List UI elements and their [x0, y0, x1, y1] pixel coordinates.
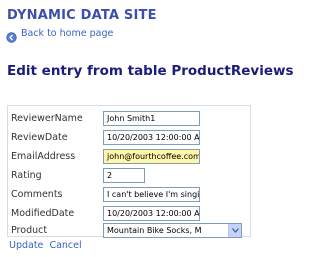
comments-label: Comments: [11, 189, 63, 200]
dropdown-button[interactable]: [228, 224, 241, 237]
reviewdate-label: ReviewDate: [11, 132, 68, 143]
form-actions: Update Cancel: [9, 240, 85, 251]
back-link-text: Back to home page: [21, 27, 114, 39]
edit-form: ReviewerName John Smith1 ReviewDate 10/2…: [7, 105, 251, 238]
form-row-comments: Comments I can't believe I'm singing t: [8, 186, 250, 205]
form-row-emailaddress: EmailAddress john@fourthcoffee.com: [8, 148, 250, 167]
back-arrow-icon: [6, 28, 17, 43]
cancel-link[interactable]: Cancel: [49, 240, 81, 251]
update-link[interactable]: Update: [9, 240, 43, 251]
product-select-value: Mountain Bike Socks, M: [107, 226, 202, 235]
rating-label: Rating: [11, 170, 42, 181]
page-title: Edit entry from table ProductReviews: [7, 63, 294, 79]
emailaddress-label: EmailAddress: [11, 151, 76, 162]
reviewername-label: ReviewerName: [11, 113, 83, 124]
product-select[interactable]: Mountain Bike Socks, M: [103, 223, 242, 238]
site-header: DYNAMIC DATA SITE Back to home page: [0, 0, 259, 48]
emailaddress-input[interactable]: john@fourthcoffee.com: [103, 149, 200, 164]
form-row-product: Product Mountain Bike Socks, M: [8, 222, 250, 241]
site-title: DYNAMIC DATA SITE: [7, 8, 157, 23]
back-to-home-link[interactable]: Back to home page: [6, 26, 114, 43]
modifieddate-input[interactable]: 10/20/2003 12:00:00 AM: [103, 206, 200, 221]
form-row-reviewdate: ReviewDate 10/20/2003 12:00:00 AM: [8, 129, 250, 148]
chevron-down-icon: [232, 228, 239, 233]
rating-input[interactable]: 2: [103, 168, 145, 183]
form-row-reviewername: ReviewerName John Smith1: [8, 110, 250, 129]
form-row-rating: Rating 2: [8, 167, 250, 186]
comments-input[interactable]: I can't believe I'm singing t: [103, 187, 200, 202]
modifieddate-label: ModifiedDate: [11, 208, 75, 219]
reviewdate-input[interactable]: 10/20/2003 12:00:00 AM: [103, 130, 200, 145]
product-label: Product: [11, 225, 48, 236]
reviewername-input[interactable]: John Smith1: [103, 111, 200, 126]
